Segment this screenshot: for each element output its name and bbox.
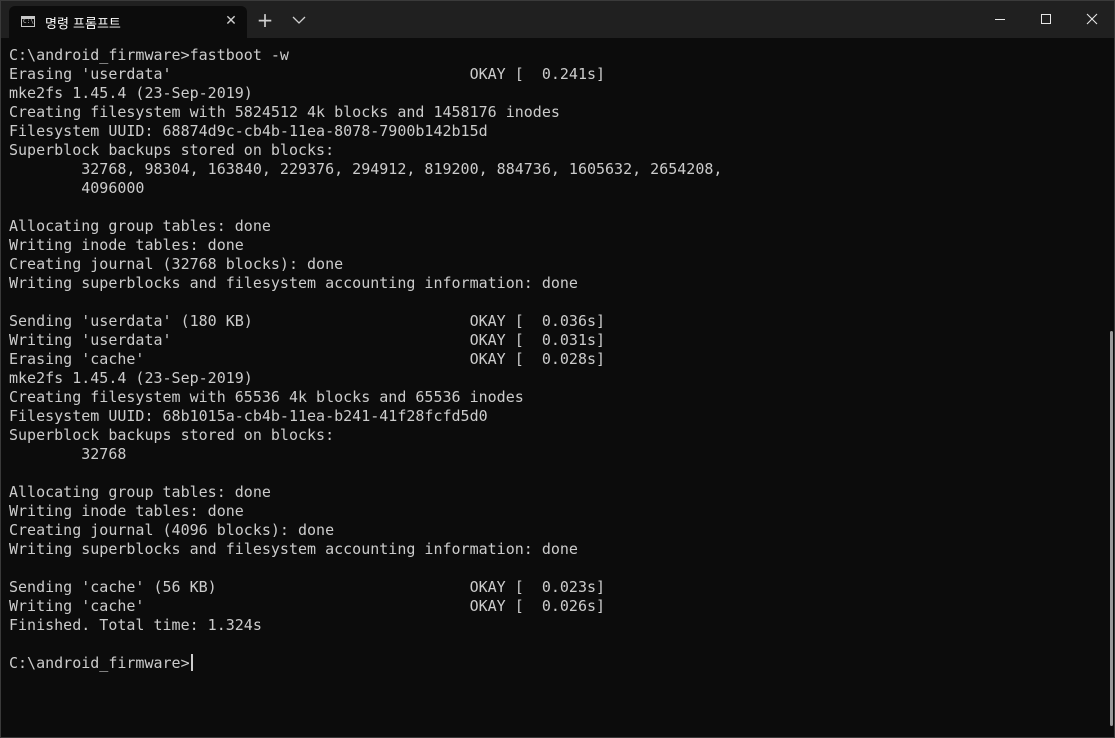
title-bar[interactable]: C:\ 명령 프롬프트 ✕ +	[1, 1, 1114, 38]
terminal-line: Writing 'cache' OKAY [ 0.026s]	[9, 597, 606, 615]
terminal-line: Allocating group tables: done	[9, 217, 271, 235]
close-tab-button[interactable]: ✕	[222, 10, 240, 32]
terminal-line: 32768, 98304, 163840, 229376, 294912, 81…	[9, 160, 723, 178]
terminal-line: Sending 'cache' (56 KB) OKAY [ 0.023s]	[9, 578, 606, 596]
prompt: C:\android_firmware>	[9, 654, 190, 672]
maximize-icon	[1041, 14, 1051, 24]
minimize-icon	[995, 19, 1005, 20]
tab-title: 명령 프롬프트	[45, 17, 121, 32]
terminal-line: 4096000	[9, 179, 145, 197]
tab-command-prompt[interactable]: C:\ 명령 프롬프트 ✕	[9, 6, 247, 38]
new-tab-button[interactable]: +	[254, 9, 276, 31]
terminal-line: Writing inode tables: done	[9, 502, 244, 520]
terminal-line: Filesystem UUID: 68b1015a-cb4b-11ea-b241…	[9, 407, 488, 425]
terminal-line: Creating filesystem with 5824512 4k bloc…	[9, 103, 560, 121]
terminal-line: Writing inode tables: done	[9, 236, 244, 254]
terminal-line: Allocating group tables: done	[9, 483, 271, 501]
command-prompt-icon: C:\	[21, 16, 35, 27]
terminal-line: Erasing 'userdata' OKAY [ 0.241s]	[9, 65, 606, 83]
terminal-line: Superblock backups stored on blocks:	[9, 426, 335, 444]
terminal-line: C:\android_firmware>fastboot -w	[9, 46, 289, 64]
terminal-line: Sending 'userdata' (180 KB) OKAY [ 0.036…	[9, 312, 606, 330]
terminal-output-area[interactable]: C:\android_firmware>fastboot -w Erasing …	[1, 38, 1113, 737]
terminal-line: Writing 'userdata' OKAY [ 0.031s]	[9, 331, 606, 349]
maximize-button[interactable]	[1023, 1, 1069, 38]
terminal-window: C:\ 명령 프롬프트 ✕ + C:\android_firmware>fast…	[0, 0, 1115, 738]
terminal-line: Writing superblocks and filesystem accou…	[9, 540, 578, 558]
terminal-line: 32768	[9, 445, 127, 463]
scrollbar-thumb[interactable]	[1110, 331, 1113, 726]
minimize-button[interactable]	[977, 1, 1023, 38]
terminal-line: Filesystem UUID: 68874d9c-cb4b-11ea-8078…	[9, 122, 488, 140]
terminal-line: Creating journal (32768 blocks): done	[9, 255, 344, 273]
terminal-line: mke2fs 1.45.4 (23-Sep-2019)	[9, 369, 253, 387]
terminal-line: Erasing 'cache' OKAY [ 0.028s]	[9, 350, 606, 368]
text-cursor	[190, 654, 193, 671]
terminal-line: mke2fs 1.45.4 (23-Sep-2019)	[9, 84, 253, 102]
terminal-line: Superblock backups stored on blocks:	[9, 141, 335, 159]
close-window-button[interactable]	[1069, 1, 1114, 38]
tab-dropdown-button[interactable]	[288, 9, 310, 31]
close-icon	[1086, 13, 1098, 25]
terminal-line: Finished. Total time: 1.324s	[9, 616, 262, 634]
terminal-line: Creating journal (4096 blocks): done	[9, 521, 335, 539]
terminal-line: Writing superblocks and filesystem accou…	[9, 274, 578, 292]
terminal-lines: C:\android_firmware>fastboot -w Erasing …	[9, 46, 722, 634]
terminal-text: C:\android_firmware>fastboot -w Erasing …	[9, 46, 722, 673]
chevron-down-icon	[292, 16, 306, 24]
terminal-line: Creating filesystem with 65536 4k blocks…	[9, 388, 524, 406]
